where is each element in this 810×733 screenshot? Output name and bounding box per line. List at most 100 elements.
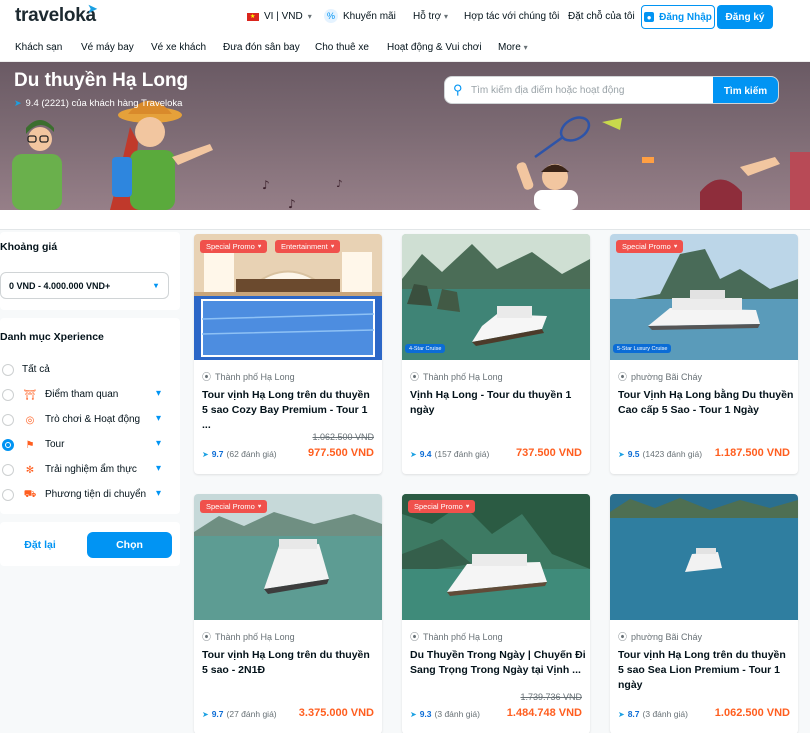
nav-car-rental[interactable]: Cho thuê xe bbox=[315, 42, 369, 53]
support-link[interactable]: Hỗ trợ ▾ bbox=[413, 11, 448, 22]
product-image bbox=[610, 494, 798, 620]
card-title[interactable]: Vịnh Hạ Long - Tour du thuyền 1 ngày bbox=[410, 388, 586, 418]
language-label: VI | VND bbox=[264, 11, 303, 22]
card-rating: ➤ 8.7 (3 đánh giá) bbox=[618, 709, 688, 719]
radio-button-selected[interactable] bbox=[2, 439, 14, 451]
rating-bird-icon: ➤ bbox=[410, 709, 417, 719]
hero-rating: ➤ 9.4 (2221) của khách hàng Traveloka bbox=[14, 98, 183, 109]
category-food[interactable]: ✻ Trải nghiệm ẩm thực ▾ bbox=[0, 460, 175, 480]
card-title[interactable]: Du Thuyền Trong Ngày | Chuyến Đi Sang Tr… bbox=[410, 648, 586, 678]
nav-hotels[interactable]: Khách sạn bbox=[15, 42, 62, 53]
radio-button[interactable] bbox=[2, 464, 14, 476]
special-promo-badge: Special Promo ♥ bbox=[408, 500, 476, 513]
chevron-down-icon[interactable]: ▾ bbox=[156, 463, 161, 474]
category-all[interactable]: Tất cả bbox=[0, 360, 175, 380]
user-icon: ● bbox=[644, 12, 655, 22]
product-card[interactable]: Special Promo ♥ ⦿ Thành phố Hạ Long Du Thu… bbox=[402, 494, 590, 733]
category-attractions[interactable]: ⛩ Điểm tham quan ▾ bbox=[0, 385, 175, 405]
main-nav: Khách sạn Vé máy bay Vé xe khách Đưa đón… bbox=[0, 36, 810, 62]
rating-bird-icon: ➤ bbox=[14, 98, 22, 108]
rating-bird-icon: ➤ bbox=[202, 709, 209, 719]
attraction-icon: ⛩ bbox=[23, 389, 37, 401]
chevron-down-icon: ▾ bbox=[153, 281, 158, 290]
card-title[interactable]: Tour Vịnh Hạ Long bằng Du thuyền Cao cấp… bbox=[618, 388, 794, 418]
search-button[interactable]: Tìm kiếm bbox=[713, 77, 778, 103]
product-card[interactable]: Special Promo ♥ 5-Star Luxury Cruise ⦿ phư… bbox=[610, 234, 798, 474]
original-price: 1.739.736 VND bbox=[520, 692, 582, 702]
my-bookings-link[interactable]: Đặt chỗ của tôi bbox=[568, 11, 635, 22]
transport-icon: ⛟ bbox=[23, 488, 37, 500]
search-box: ⚲ Tìm kiếm bbox=[444, 76, 779, 104]
nav-flights[interactable]: Vé máy bay bbox=[81, 42, 134, 53]
product-card[interactable]: 4-Star Cruise ⦿ Thành phố Hạ Long Vịnh Hạ… bbox=[402, 234, 590, 474]
card-title[interactable]: Tour vịnh Hạ Long trên du thuyền 5 sao -… bbox=[202, 648, 378, 678]
cruise-class-tag: 4-Star Cruise bbox=[405, 344, 446, 353]
hero-banner: ♪ ♪ ♪ Du thuyền Hạ Long ➤ 9.4 (2221) của… bbox=[0, 62, 810, 210]
product-image: Special Promo ♥ Entertainment ♥ bbox=[194, 234, 382, 360]
login-button[interactable]: ● Đăng Nhập bbox=[641, 5, 715, 29]
product-card[interactable]: Special Promo ♥ Entertainment ♥ ⦿ Thành phố… bbox=[194, 234, 382, 474]
nav-activities[interactable]: Hoạt động & Vui chơi bbox=[387, 42, 482, 53]
category-transport[interactable]: ⛟ Phương tiện di chuyển ▾ bbox=[0, 485, 175, 505]
search-input[interactable] bbox=[471, 81, 711, 100]
chevron-down-icon: ▾ bbox=[307, 12, 312, 21]
promo-link[interactable]: % Khuyến mãi bbox=[324, 9, 396, 23]
card-rating: ➤ 9.7 (27 đánh giá) bbox=[202, 709, 277, 719]
location-pin-icon: ⦿ bbox=[410, 372, 420, 382]
top-bar: traveloka ➤ VI | VND ▾ % Khuyến mãi Hỗ t… bbox=[0, 0, 810, 36]
chevron-down-icon[interactable]: ▾ bbox=[156, 388, 161, 399]
product-image: Special Promo ♥ bbox=[402, 494, 590, 620]
nav-more[interactable]: More ▾ bbox=[498, 42, 528, 53]
svg-text:♪: ♪ bbox=[288, 197, 296, 210]
card-title[interactable]: Tour vịnh Hạ Long trên du thuyền 5 sao S… bbox=[618, 648, 794, 693]
radio-button[interactable] bbox=[2, 364, 14, 376]
radio-button[interactable] bbox=[2, 389, 14, 401]
rating-bird-icon: ➤ bbox=[618, 709, 625, 719]
product-image: 4-Star Cruise bbox=[402, 234, 590, 360]
special-promo-badge: Special Promo ♥ bbox=[200, 500, 268, 513]
price-range-select[interactable]: 0 VND - 4.000.000 VND+ ▾ bbox=[0, 272, 169, 299]
category-activities[interactable]: ◎ Trò chơi & Hoạt động ▾ bbox=[0, 410, 175, 430]
special-promo-badge: Special Promo ♥ bbox=[200, 240, 268, 253]
radio-button[interactable] bbox=[2, 414, 14, 426]
traveloka-logo[interactable]: traveloka bbox=[15, 5, 96, 27]
card-location: ⦿ Thành phố Hạ Long bbox=[202, 631, 295, 643]
discount-icon: % bbox=[324, 9, 338, 23]
partner-link[interactable]: Hợp tác với chúng tôi bbox=[464, 11, 559, 22]
sale-price: 1.062.500 VND bbox=[714, 707, 790, 719]
card-title[interactable]: Tour vịnh Hạ Long trên du thuyền 5 sao C… bbox=[202, 388, 378, 433]
location-pin-icon: ⦿ bbox=[618, 632, 628, 642]
chevron-down-icon: ▾ bbox=[523, 43, 528, 52]
chevron-down-icon[interactable]: ▾ bbox=[156, 488, 161, 499]
apply-button[interactable]: Chọn bbox=[87, 532, 172, 558]
register-button[interactable]: Đăng ký bbox=[717, 5, 773, 29]
heart-icon: ♥ bbox=[465, 503, 470, 510]
card-location: ⦿ Thành phố Hạ Long bbox=[410, 631, 503, 643]
category-filter-title: Danh mục Xperience bbox=[0, 331, 104, 343]
original-price: 1.062.500 VND bbox=[312, 432, 374, 442]
card-rating: ➤ 9.7 (62 đánh giá) bbox=[202, 449, 277, 459]
language-selector[interactable]: VI | VND ▾ bbox=[247, 11, 312, 22]
search-icon: ⚲ bbox=[453, 82, 463, 97]
sale-price: 1.484.748 VND bbox=[506, 707, 582, 719]
page-title: Du thuyền Hạ Long bbox=[14, 70, 189, 91]
nav-bus[interactable]: Vé xe khách bbox=[151, 42, 206, 53]
reset-button[interactable]: Đặt lại bbox=[0, 532, 80, 558]
food-icon: ✻ bbox=[25, 464, 35, 476]
svg-text:♪: ♪ bbox=[336, 179, 342, 190]
nav-airport-transfer[interactable]: Đưa đón sân bay bbox=[223, 42, 300, 53]
card-rating: ➤ 9.4 (157 đánh giá) bbox=[410, 449, 490, 459]
card-location: ⦿ Thành phố Hạ Long bbox=[202, 371, 295, 383]
radio-button[interactable] bbox=[2, 489, 14, 501]
product-card[interactable]: ⦿ phường Bãi Cháy Tour vịnh Hạ Long trên … bbox=[610, 494, 798, 733]
category-tour[interactable]: ⚑ Tour ▾ bbox=[0, 435, 175, 455]
product-card[interactable]: Special Promo ♥ ⦿ Thành phố Hạ Long Tour v… bbox=[194, 494, 382, 733]
sale-price: 3.375.000 VND bbox=[298, 707, 374, 719]
rating-bird-icon: ➤ bbox=[618, 449, 625, 459]
entertainment-badge: Entertainment ♥ bbox=[275, 240, 341, 253]
product-image: Special Promo ♥ 5-Star Luxury Cruise bbox=[610, 234, 798, 360]
chevron-down-icon: ▾ bbox=[444, 12, 449, 21]
chevron-down-icon[interactable]: ▾ bbox=[156, 413, 161, 424]
chevron-down-icon[interactable]: ▾ bbox=[156, 438, 161, 449]
sale-price: 977.500 VND bbox=[307, 447, 374, 459]
